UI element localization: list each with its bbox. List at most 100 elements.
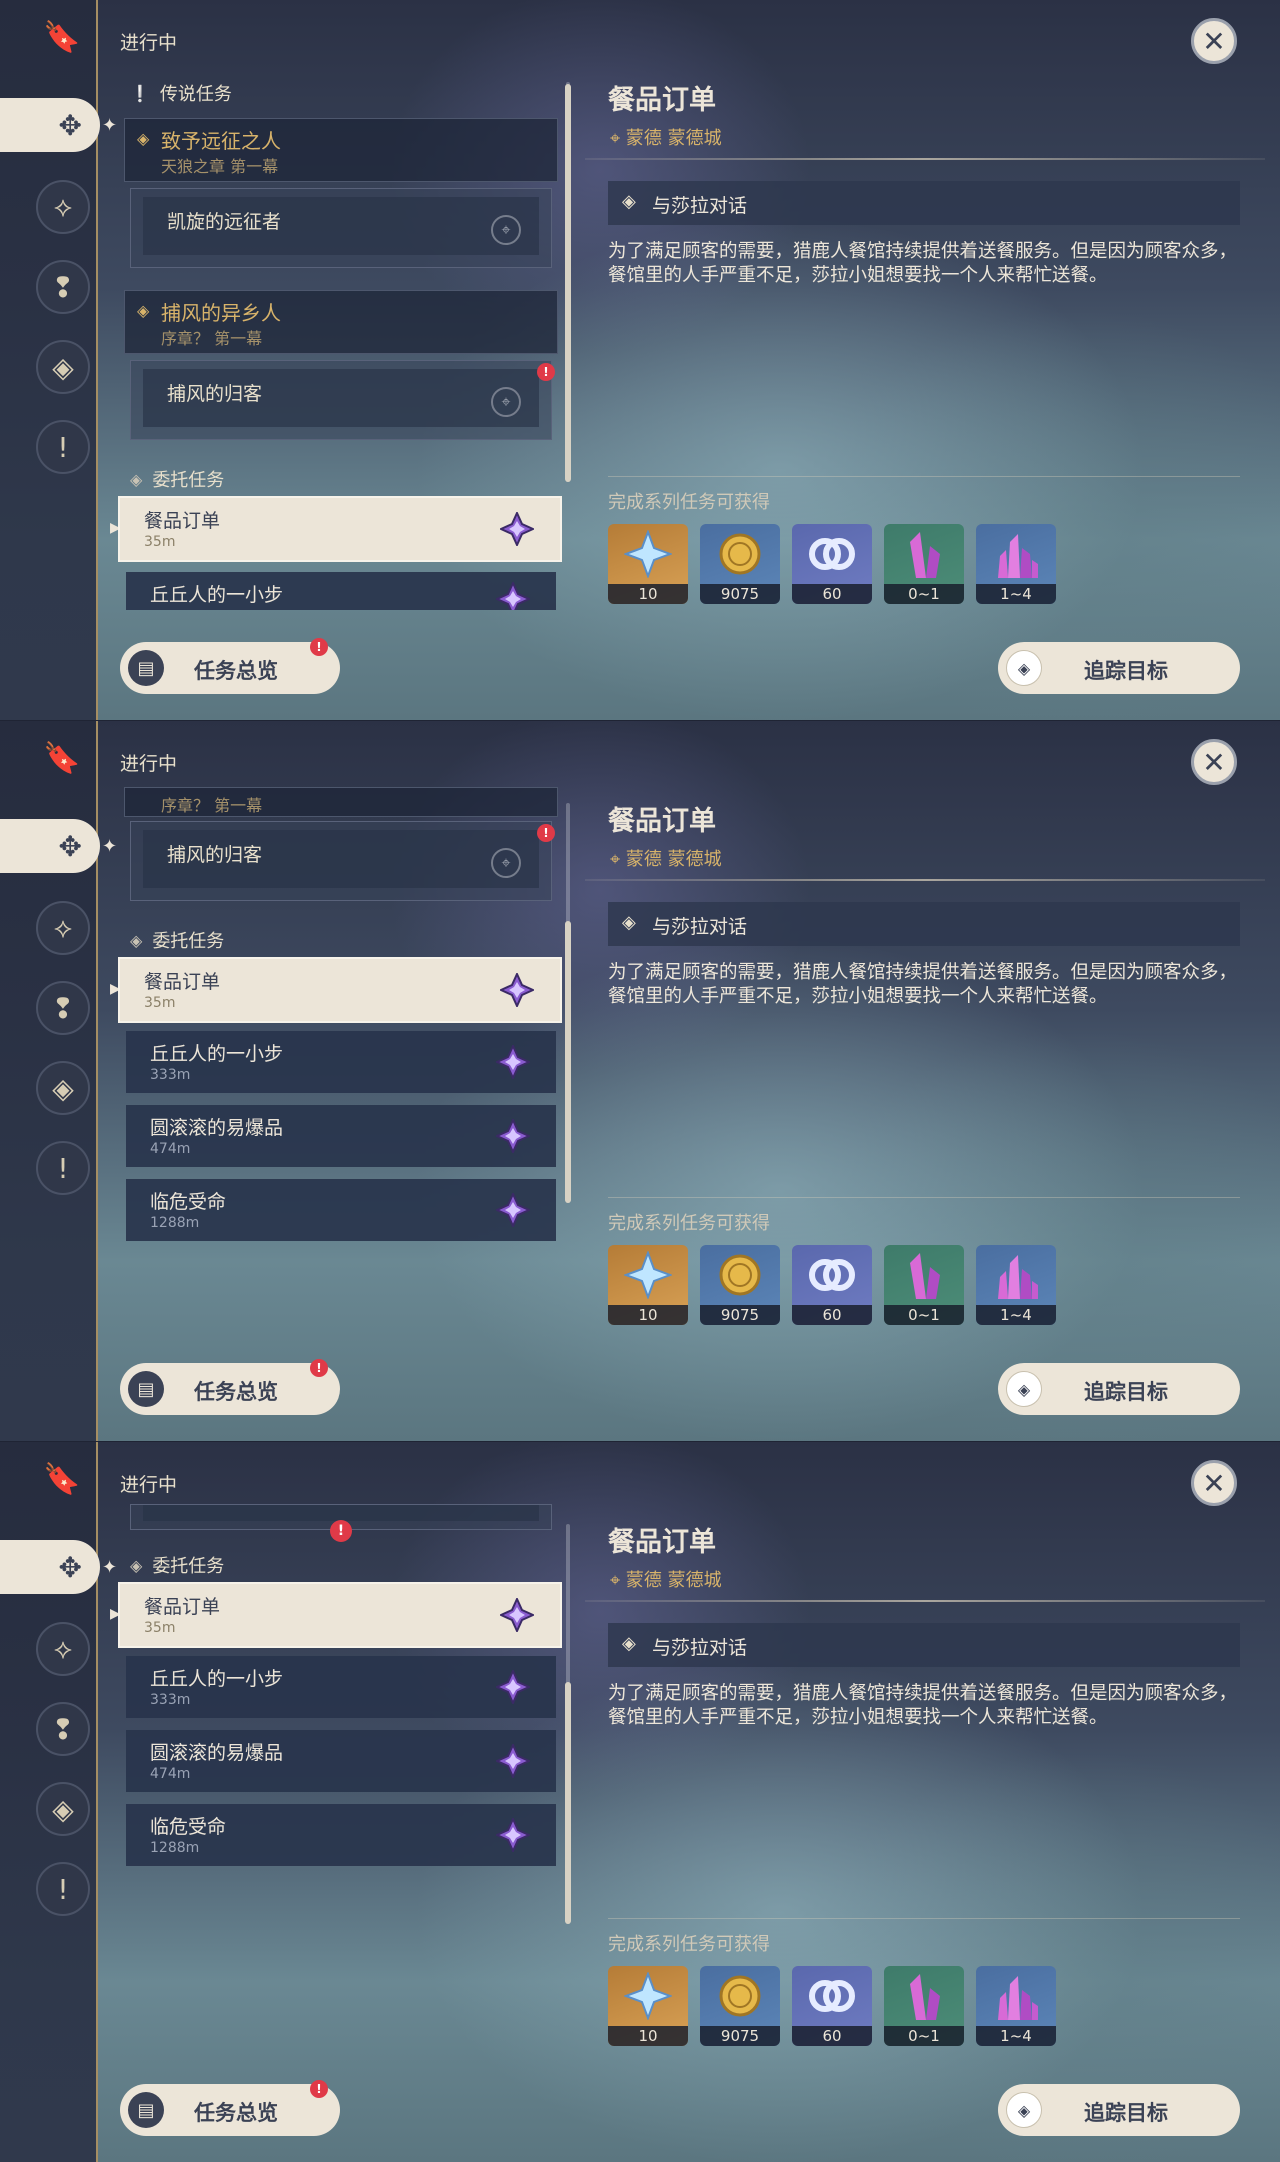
- commission-name: 餐品订单: [144, 971, 221, 993]
- commission-name: 丘丘人的一小步: [150, 1668, 284, 1690]
- commission-distance: 474m: [150, 1766, 191, 1782]
- commission-item[interactable]: 临危受命 1288m: [126, 1804, 556, 1866]
- quest-category-sidebar: 🔖 ✥ ⟡ ❢ ◈ !: [0, 721, 100, 1441]
- reward-crystal-cluster[interactable]: 1~4: [976, 1245, 1056, 1325]
- mora-coin-icon: [719, 533, 761, 575]
- quest-location: ⌖ 蒙德 蒙德城: [610, 1566, 722, 1592]
- world-quest-tab[interactable]: ◈: [36, 1782, 90, 1836]
- commission-distance: 35m: [144, 1620, 176, 1636]
- list-scrollbar-thumb[interactable]: [565, 84, 571, 482]
- bookmark-icon[interactable]: 🔖: [43, 737, 80, 779]
- reward-crystal-chunk[interactable]: 0~1: [884, 1245, 964, 1325]
- commission-name: 临危受命: [150, 1816, 227, 1838]
- reward-crystal-cluster[interactable]: 1~4: [976, 1966, 1056, 2046]
- commission-item[interactable]: 餐品订单 35m: [118, 1582, 562, 1648]
- reward-friendship[interactable]: 60: [792, 524, 872, 604]
- commission-item[interactable]: 餐品订单 35m: [118, 496, 562, 562]
- legend-quest-step-label: 捕风的归客: [167, 383, 263, 405]
- archon-quest-icon: ❢: [51, 991, 75, 1025]
- alert-badge: !: [310, 638, 328, 656]
- legend-quest-item[interactable]: ◈ 致予远征之人 天狼之章 第一幕: [124, 118, 558, 182]
- commission-item[interactable]: 餐品订单 35m: [118, 957, 562, 1023]
- legend-quest-tab[interactable]: ⟡: [36, 180, 90, 234]
- legend-quest-tab[interactable]: ⟡: [36, 901, 90, 955]
- map-pin-icon[interactable]: ⌖: [491, 387, 521, 417]
- reward-mora[interactable]: 9075: [700, 1245, 780, 1325]
- world-quest-tab[interactable]: ◈: [36, 1061, 90, 1115]
- map-pin-icon[interactable]: ⌖: [491, 215, 521, 245]
- list-scrollbar-thumb[interactable]: [565, 1682, 571, 1924]
- reward-crystal-chunk[interactable]: 0~1: [884, 1966, 964, 2046]
- reward-count: 10: [608, 584, 688, 604]
- commission-tab[interactable]: ✥: [0, 1540, 100, 1594]
- reward-friendship[interactable]: 60: [792, 1245, 872, 1325]
- bookmark-icon[interactable]: 🔖: [43, 16, 80, 58]
- track-target-button[interactable]: ◈ 追踪目标: [998, 642, 1240, 694]
- quest-overview-button[interactable]: ▤ 任务总览 !: [120, 638, 340, 694]
- reward-primogem[interactable]: 10: [608, 1245, 688, 1325]
- legend-quest-subtitle: 序章？ 第一幕: [161, 796, 263, 815]
- reward-mora[interactable]: 9075: [700, 1966, 780, 2046]
- divider: [608, 1918, 1240, 1919]
- commission-distance: 333m: [150, 1067, 191, 1083]
- section-commission-label: 委托任务: [152, 470, 225, 491]
- sparkle-icon: ✦: [102, 1557, 118, 1578]
- commission-item[interactable]: 圆滚滚的易爆品 474m: [126, 1730, 556, 1792]
- objective-label: 与莎拉对话: [652, 1637, 748, 1659]
- legend-quest-step[interactable]: 捕风的归客 ⌖ !: [130, 821, 555, 901]
- legend-quest-item[interactable]: 序章？ 第一幕: [124, 787, 558, 817]
- commission-star-icon: [496, 1670, 530, 1704]
- reward-mora[interactable]: 9075: [700, 524, 780, 604]
- commission-item[interactable]: 圆滚滚的易爆品 474m: [126, 1105, 556, 1167]
- archon-quest-tab[interactable]: ❢: [36, 981, 90, 1035]
- commission-item[interactable]: 丘丘人的一小步 333m: [126, 1656, 556, 1718]
- divider: [585, 158, 1265, 160]
- reward-primogem[interactable]: 10: [608, 1966, 688, 2046]
- commission-item[interactable]: 临危受命 1288m: [126, 1179, 556, 1241]
- section-commission: ◈ 委托任务: [130, 1552, 224, 1578]
- legend-quest-item[interactable]: ◈ 捕风的异乡人 序章？ 第一幕: [124, 290, 558, 354]
- legend-quest-title: 致予远征之人: [161, 129, 281, 153]
- commission-item[interactable]: 丘丘人的一小步 333m: [126, 1031, 556, 1093]
- quest-panel-2: 🔖 ✥ ⟡ ❢ ◈ ! ✦ 进行中 ✕ 序章？ 第一幕 捕风的归客 ⌖ ! ◈ …: [0, 720, 1280, 1441]
- location-pin-icon: ⌖: [610, 128, 626, 149]
- commission-tab[interactable]: ✥: [0, 819, 100, 873]
- archon-quest-tab[interactable]: ❢: [36, 260, 90, 314]
- crystal-cluster-icon: [998, 1255, 1038, 1299]
- legend-quest-step-label: 凯旋的远征者: [167, 211, 282, 233]
- quest-overview-button[interactable]: ▤ 任务总览 !: [120, 2080, 340, 2136]
- reward-crystal-cluster[interactable]: 1~4: [976, 524, 1056, 604]
- map-pin-icon[interactable]: ⌖: [491, 848, 521, 878]
- commission-name: 丘丘人的一小步: [150, 1043, 284, 1065]
- primogem-icon: [624, 530, 672, 578]
- objective-bar: ◈ 与莎拉对话: [608, 181, 1240, 225]
- commission-item[interactable]: 丘丘人的一小步: [126, 572, 556, 610]
- commission-star-icon: [496, 1119, 530, 1153]
- reward-friendship[interactable]: 60: [792, 1966, 872, 2046]
- bookmark-icon[interactable]: 🔖: [43, 1458, 80, 1500]
- legend-quest-step[interactable]: 捕风的归客 ⌖ !: [130, 360, 555, 440]
- story-quest-tab[interactable]: !: [36, 1862, 90, 1916]
- commission-tab[interactable]: ✥: [0, 98, 100, 152]
- close-button[interactable]: ✕: [1191, 739, 1237, 785]
- reward-count: 10: [608, 2026, 688, 2046]
- close-button[interactable]: ✕: [1191, 18, 1237, 64]
- list-scrollbar-thumb[interactable]: [565, 921, 571, 1203]
- track-target-button[interactable]: ◈ 追踪目标: [998, 1363, 1240, 1415]
- world-quest-icon: ◈: [52, 1071, 74, 1105]
- quest-overview-button[interactable]: ▤ 任务总览 !: [120, 1359, 340, 1415]
- legend-quest-step[interactable]: 凯旋的远征者 ⌖: [130, 188, 552, 268]
- legend-quest-tab[interactable]: ⟡: [36, 1622, 90, 1676]
- reward-crystal-chunk[interactable]: 0~1: [884, 524, 964, 604]
- story-quest-tab[interactable]: !: [36, 420, 90, 474]
- archon-quest-tab[interactable]: ❢: [36, 1702, 90, 1756]
- world-quest-tab[interactable]: ◈: [36, 340, 90, 394]
- commission-distance: 474m: [150, 1141, 191, 1157]
- quest-location: ⌖ 蒙德 蒙德城: [610, 124, 722, 150]
- legend-quest-title: 捕风的异乡人: [161, 301, 281, 325]
- close-button[interactable]: ✕: [1191, 1460, 1237, 1506]
- story-quest-tab[interactable]: !: [36, 1141, 90, 1195]
- world-quest-icon: ◈: [52, 1792, 74, 1826]
- track-target-button[interactable]: ◈ 追踪目标: [998, 2084, 1240, 2136]
- reward-primogem[interactable]: 10: [608, 524, 688, 604]
